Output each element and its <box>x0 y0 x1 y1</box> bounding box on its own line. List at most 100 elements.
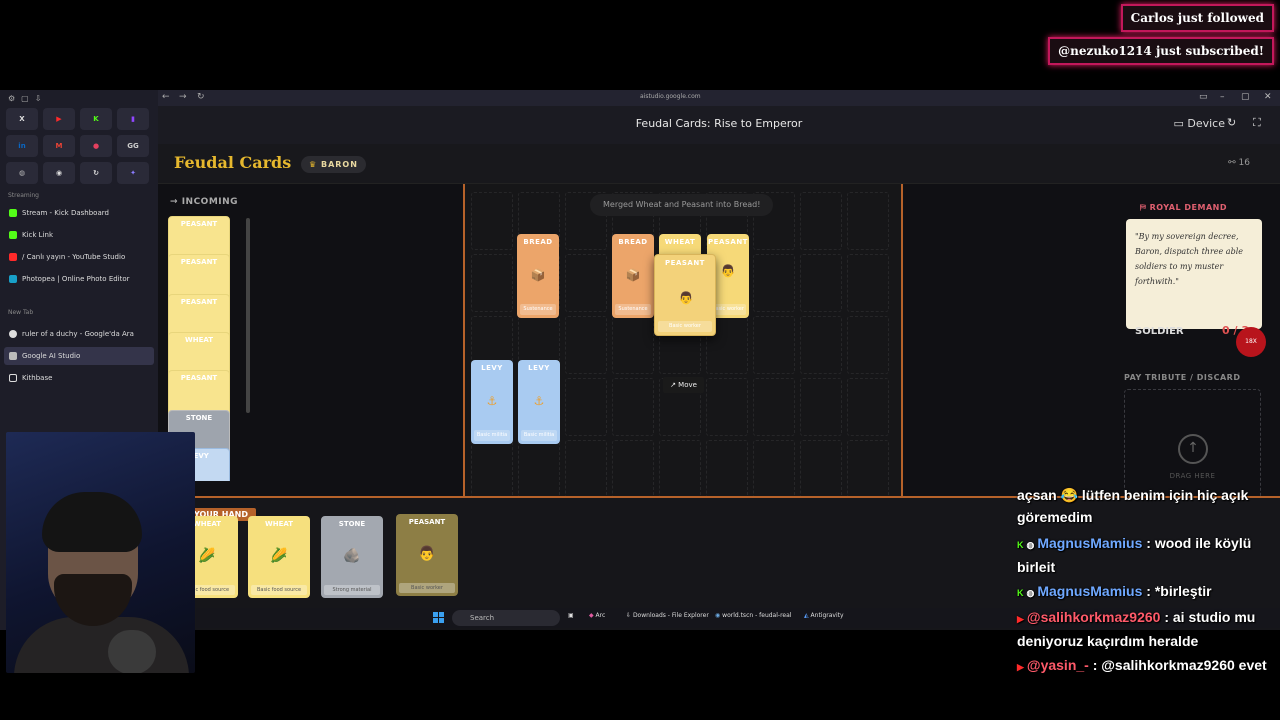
taskbar-app-explorer[interactable]: ⇩ Downloads - File Explorer <box>626 612 709 619</box>
board-slot[interactable] <box>753 316 795 374</box>
sidebar-tab[interactable]: Stream - Kick Dashboard <box>4 204 154 222</box>
sidebar-tab[interactable]: ruler of a duchy - Google'da Ara <box>4 325 154 343</box>
hand-card[interactable]: WHEAT 🌽 Basic food source <box>248 516 310 598</box>
ai-studio-icon <box>9 352 17 360</box>
anchor-icon: ⚓ <box>533 394 545 408</box>
arrow-right-icon: → <box>170 197 182 207</box>
bread-card[interactable]: BREAD 📦 Sustenance <box>517 234 559 318</box>
maximize-icon[interactable]: ▢ <box>1241 92 1250 102</box>
bread-icon: 📦 <box>625 268 641 282</box>
forward-icon[interactable]: → <box>179 92 187 102</box>
sidebar-tab[interactable]: Photopea | Online Photo Editor <box>4 270 154 288</box>
taskbar-app-antigravity[interactable]: ◭ Antigravity <box>804 612 844 619</box>
board-slot[interactable] <box>565 316 607 374</box>
taskbar-app-godot[interactable]: ◉ world.tscn - feudal-real <box>715 612 791 619</box>
board-slot[interactable] <box>565 254 607 312</box>
board-slot[interactable] <box>847 192 889 250</box>
board-slot[interactable] <box>659 440 701 496</box>
board-slot[interactable] <box>565 378 607 436</box>
board-slot[interactable] <box>847 254 889 312</box>
microphone <box>108 630 156 673</box>
levy-card[interactable]: LEVY ⚓ Basic militia <box>518 360 560 444</box>
avatar-icon: ◍ <box>1026 540 1035 550</box>
kick-icon: K <box>1017 588 1024 598</box>
move-tooltip: ↗ Move <box>663 377 704 393</box>
incoming-scrollbar[interactable] <box>246 218 250 413</box>
board-slot[interactable] <box>800 378 842 436</box>
board-slot[interactable] <box>471 440 513 496</box>
board-slot[interactable] <box>800 254 842 312</box>
board-slot[interactable] <box>800 192 842 250</box>
levy-card[interactable]: LEVY ⚓ Basic militia <box>471 360 513 444</box>
sidebar-tab[interactable]: Kick Link <box>4 226 154 244</box>
photopea-icon <box>9 275 17 283</box>
pinned-tab[interactable]: ✦ <box>117 162 149 184</box>
section-new-tab[interactable]: New Tab <box>8 309 33 316</box>
task-view-icon[interactable]: ▣ <box>568 612 574 619</box>
rank-badge: ♛ BARON <box>301 156 366 173</box>
chat-message: açsan 😂 lütfen benim için hiç açık görem… <box>1017 487 1249 525</box>
board-slot[interactable] <box>847 440 889 496</box>
pinned-tab[interactable]: K <box>80 108 112 130</box>
pinned-tab[interactable]: GG <box>117 135 149 157</box>
hand-card[interactable]: PEASANT 👨 Basic worker <box>396 514 458 596</box>
split-view-icon[interactable]: ▭ <box>1199 92 1208 102</box>
board-slot[interactable] <box>612 316 654 374</box>
board-slot[interactable] <box>800 440 842 496</box>
pinned-tab[interactable]: ↻ <box>80 162 112 184</box>
youtube-icon <box>9 253 17 261</box>
taskbar-app-arc[interactable]: ◆ Arc <box>589 612 605 619</box>
board-slot[interactable] <box>706 378 748 436</box>
fullscreen-icon[interactable]: ⛶ <box>1253 116 1261 130</box>
board-slot[interactable] <box>612 378 654 436</box>
reload-icon[interactable]: ↻ <box>197 92 205 102</box>
anchor-icon: ⚓ <box>486 394 498 408</box>
card-count: ⚯ 16 <box>1228 158 1250 168</box>
hand-card[interactable]: STONE 🪨 Strong material <box>321 516 383 598</box>
sidebar-tab-active[interactable]: Google AI Studio <box>4 347 154 365</box>
dragging-peasant-card[interactable]: PEASANT 👨 Basic worker <box>654 254 716 336</box>
board-slot[interactable] <box>706 440 748 496</box>
sidebar-controls-icon[interactable]: ⚙▢⇩ <box>8 94 47 103</box>
board-slot[interactable] <box>471 192 513 250</box>
minimize-icon[interactable]: – <box>1220 92 1225 102</box>
pinned-tab[interactable]: ◉ <box>43 162 75 184</box>
board-slot[interactable] <box>518 440 560 496</box>
pinned-tab[interactable]: ◍ <box>6 162 38 184</box>
stone-icon: 🪨 <box>343 548 361 564</box>
youtube-icon: ▶ <box>1017 614 1024 624</box>
back-icon[interactable]: ← <box>162 92 170 102</box>
board-slot[interactable] <box>565 440 607 496</box>
game-board: Merged Wheat and Peasant into Bread! BRE… <box>463 184 903 496</box>
board-slot[interactable] <box>753 440 795 496</box>
close-icon[interactable]: ✕ <box>1264 92 1272 102</box>
sidebar-tab[interactable]: / Canlı yayın - YouTube Studio <box>4 248 154 266</box>
pinned-tab[interactable]: in <box>6 135 38 157</box>
studio-header: Feudal Cards: Rise to Emperor ▭ Device ↻… <box>158 106 1280 144</box>
pinned-tab[interactable]: ● <box>80 135 112 157</box>
drag-here-text: DRAG HERE <box>1169 472 1216 480</box>
pinned-tab[interactable]: M <box>43 135 75 157</box>
streamer-hair <box>42 492 142 552</box>
board-slot[interactable] <box>753 378 795 436</box>
bread-card[interactable]: BREAD 📦 Sustenance <box>612 234 654 318</box>
board-slot[interactable] <box>753 254 795 312</box>
pinned-tab[interactable]: ▮ <box>117 108 149 130</box>
url-bar[interactable]: aistudio.google.com <box>640 93 701 100</box>
pinned-tab[interactable]: ▶ <box>43 108 75 130</box>
google-icon <box>9 330 17 338</box>
pinned-tab[interactable]: X <box>6 108 38 130</box>
sidebar-tab[interactable]: Kithbase <box>4 369 154 387</box>
board-slot[interactable] <box>612 440 654 496</box>
taskbar-search[interactable]: Search <box>452 610 560 626</box>
app-title: Feudal Cards: Rise to Emperor <box>635 117 803 130</box>
link-icon: ⚯ <box>1228 158 1239 168</box>
device-button[interactable]: ▭ Device <box>1173 117 1225 130</box>
board-slot[interactable] <box>800 316 842 374</box>
windows-start-icon[interactable] <box>433 612 444 623</box>
board-slot[interactable] <box>471 254 513 312</box>
refresh-icon[interactable]: ↻ <box>1227 116 1236 129</box>
kithbase-icon <box>9 374 17 382</box>
board-slot[interactable] <box>847 316 889 374</box>
board-slot[interactable] <box>847 378 889 436</box>
